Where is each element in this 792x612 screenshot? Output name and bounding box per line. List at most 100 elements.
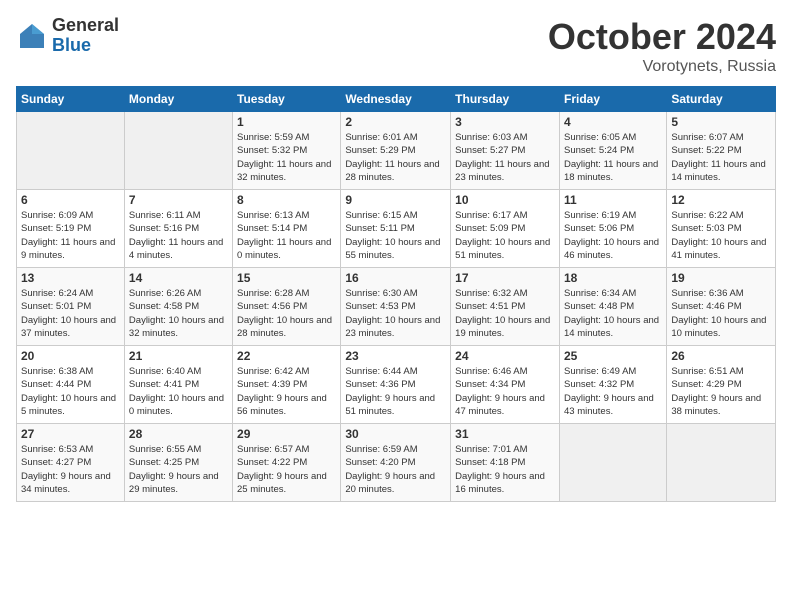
day-info: Sunrise: 6:44 AMSunset: 4:36 PMDaylight:… <box>345 365 446 418</box>
calendar-cell: 18Sunrise: 6:34 AMSunset: 4:48 PMDayligh… <box>559 268 666 346</box>
day-number: 28 <box>129 427 228 441</box>
day-number: 18 <box>564 271 662 285</box>
day-number: 11 <box>564 193 662 207</box>
calendar-cell: 31 Sunrise: 7:01 AMSunset: 4:18 PMDayligh… <box>451 424 560 502</box>
calendar-cell <box>17 112 125 190</box>
day-info: Sunrise: 6:32 AMSunset: 4:51 PMDaylight:… <box>455 287 555 340</box>
calendar-cell: 11 Sunrise: 6:19 AMSunset: 5:06 PMDayligh… <box>559 190 666 268</box>
day-info: Sunrise: 6:36 AMSunset: 4:46 PMDaylight:… <box>671 287 771 340</box>
calendar-cell: 25 Sunrise: 6:49 AMSunset: 4:32 PMDayligh… <box>559 346 666 424</box>
day-info: Sunrise: 6:09 AMSunset: 5:19 PMDaylight:… <box>21 209 120 262</box>
calendar-week-0: 1 Sunrise: 5:59 AMSunset: 5:32 PMDaylight… <box>17 112 776 190</box>
calendar-cell: 6Sunrise: 6:09 AMSunset: 5:19 PMDaylight… <box>17 190 125 268</box>
day-info: Sunrise: 5:59 AMSunset: 5:32 PMDaylight:… <box>237 131 336 184</box>
day-number: 8 <box>237 193 336 207</box>
calendar-cell: 23 Sunrise: 6:44 AMSunset: 4:36 PMDayligh… <box>341 346 451 424</box>
day-number: 17 <box>455 271 555 285</box>
day-info: Sunrise: 6:07 AMSunset: 5:22 PMDaylight:… <box>671 131 771 184</box>
calendar-page: General Blue October 2024 Vorotynets, Ru… <box>0 0 792 612</box>
calendar-cell: 5 Sunrise: 6:07 AMSunset: 5:22 PMDaylight… <box>667 112 776 190</box>
title-section: October 2024 Vorotynets, Russia <box>548 16 776 76</box>
day-info: Sunrise: 6:26 AMSunset: 4:58 PMDaylight:… <box>129 287 228 340</box>
logo-blue: Blue <box>52 36 119 56</box>
day-number: 24 <box>455 349 555 363</box>
calendar-cell: 2 Sunrise: 6:01 AMSunset: 5:29 PMDaylight… <box>341 112 451 190</box>
calendar-cell: 9Sunrise: 6:15 AMSunset: 5:11 PMDaylight… <box>341 190 451 268</box>
day-info: Sunrise: 6:28 AMSunset: 4:56 PMDaylight:… <box>237 287 336 340</box>
location: Vorotynets, Russia <box>548 58 776 76</box>
column-header-monday: Monday <box>124 87 232 112</box>
calendar-week-4: 27 Sunrise: 6:53 AMSunset: 4:27 PMDayligh… <box>17 424 776 502</box>
column-header-wednesday: Wednesday <box>341 87 451 112</box>
day-info: Sunrise: 7:01 AMSunset: 4:18 PMDaylight:… <box>455 443 555 496</box>
calendar-cell: 12Sunrise: 6:22 AMSunset: 5:03 PMDayligh… <box>667 190 776 268</box>
day-number: 10 <box>455 193 555 207</box>
calendar-cell: 3Sunrise: 6:03 AMSunset: 5:27 PMDaylight… <box>451 112 560 190</box>
calendar-week-1: 6Sunrise: 6:09 AMSunset: 5:19 PMDaylight… <box>17 190 776 268</box>
calendar-cell: 13 Sunrise: 6:24 AMSunset: 5:01 PMDayligh… <box>17 268 125 346</box>
day-number: 27 <box>21 427 120 441</box>
day-number: 2 <box>345 115 446 129</box>
day-info: Sunrise: 6:11 AMSunset: 5:16 PMDaylight:… <box>129 209 228 262</box>
calendar-cell <box>667 424 776 502</box>
day-info: Sunrise: 6:49 AMSunset: 4:32 PMDaylight:… <box>564 365 662 418</box>
day-number: 31 <box>455 427 555 441</box>
calendar-cell: 15 Sunrise: 6:28 AMSunset: 4:56 PMDayligh… <box>233 268 341 346</box>
calendar-cell: 20Sunrise: 6:38 AMSunset: 4:44 PMDayligh… <box>17 346 125 424</box>
calendar-cell: 8 Sunrise: 6:13 AMSunset: 5:14 PMDaylight… <box>233 190 341 268</box>
day-info: Sunrise: 6:19 AMSunset: 5:06 PMDaylight:… <box>564 209 662 262</box>
calendar-cell <box>559 424 666 502</box>
day-info: Sunrise: 6:46 AMSunset: 4:34 PMDaylight:… <box>455 365 555 418</box>
calendar-cell: 16 Sunrise: 6:30 AMSunset: 4:53 PMDayligh… <box>341 268 451 346</box>
calendar-header-row: SundayMondayTuesdayWednesdayThursdayFrid… <box>17 87 776 112</box>
calendar-cell: 21 Sunrise: 6:40 AMSunset: 4:41 PMDayligh… <box>124 346 232 424</box>
calendar-cell: 29 Sunrise: 6:57 AMSunset: 4:22 PMDayligh… <box>233 424 341 502</box>
day-info: Sunrise: 6:40 AMSunset: 4:41 PMDaylight:… <box>129 365 228 418</box>
day-number: 23 <box>345 349 446 363</box>
day-info: Sunrise: 6:03 AMSunset: 5:27 PMDaylight:… <box>455 131 555 184</box>
day-number: 13 <box>21 271 120 285</box>
day-info: Sunrise: 6:38 AMSunset: 4:44 PMDaylight:… <box>21 365 120 418</box>
day-info: Sunrise: 6:05 AMSunset: 5:24 PMDaylight:… <box>564 131 662 184</box>
calendar-cell: 30 Sunrise: 6:59 AMSunset: 4:20 PMDayligh… <box>341 424 451 502</box>
day-info: Sunrise: 6:13 AMSunset: 5:14 PMDaylight:… <box>237 209 336 262</box>
day-info: Sunrise: 6:30 AMSunset: 4:53 PMDaylight:… <box>345 287 446 340</box>
day-number: 4 <box>564 115 662 129</box>
day-number: 22 <box>237 349 336 363</box>
day-number: 9 <box>345 193 446 207</box>
day-info: Sunrise: 6:53 AMSunset: 4:27 PMDaylight:… <box>21 443 120 496</box>
calendar-cell <box>124 112 232 190</box>
day-number: 30 <box>345 427 446 441</box>
day-number: 21 <box>129 349 228 363</box>
calendar-cell: 22Sunrise: 6:42 AMSunset: 4:39 PMDayligh… <box>233 346 341 424</box>
calendar-cell: 28Sunrise: 6:55 AMSunset: 4:25 PMDayligh… <box>124 424 232 502</box>
day-number: 29 <box>237 427 336 441</box>
calendar-body: 1 Sunrise: 5:59 AMSunset: 5:32 PMDaylight… <box>17 112 776 502</box>
calendar-week-3: 20Sunrise: 6:38 AMSunset: 4:44 PMDayligh… <box>17 346 776 424</box>
day-number: 25 <box>564 349 662 363</box>
calendar-table: SundayMondayTuesdayWednesdayThursdayFrid… <box>16 86 776 502</box>
calendar-cell: 7 Sunrise: 6:11 AMSunset: 5:16 PMDaylight… <box>124 190 232 268</box>
day-number: 19 <box>671 271 771 285</box>
day-number: 16 <box>345 271 446 285</box>
calendar-cell: 1 Sunrise: 5:59 AMSunset: 5:32 PMDaylight… <box>233 112 341 190</box>
column-header-thursday: Thursday <box>451 87 560 112</box>
day-info: Sunrise: 6:22 AMSunset: 5:03 PMDaylight:… <box>671 209 771 262</box>
day-number: 15 <box>237 271 336 285</box>
header: General Blue October 2024 Vorotynets, Ru… <box>16 16 776 76</box>
calendar-cell: 17 Sunrise: 6:32 AMSunset: 4:51 PMDayligh… <box>451 268 560 346</box>
column-header-sunday: Sunday <box>17 87 125 112</box>
calendar-cell: 10Sunrise: 6:17 AMSunset: 5:09 PMDayligh… <box>451 190 560 268</box>
day-number: 1 <box>237 115 336 129</box>
calendar-cell: 4 Sunrise: 6:05 AMSunset: 5:24 PMDaylight… <box>559 112 666 190</box>
day-info: Sunrise: 6:24 AMSunset: 5:01 PMDaylight:… <box>21 287 120 340</box>
day-info: Sunrise: 6:01 AMSunset: 5:29 PMDaylight:… <box>345 131 446 184</box>
day-number: 5 <box>671 115 771 129</box>
day-info: Sunrise: 6:57 AMSunset: 4:22 PMDaylight:… <box>237 443 336 496</box>
logo-text: General Blue <box>52 16 119 56</box>
day-number: 7 <box>129 193 228 207</box>
day-number: 26 <box>671 349 771 363</box>
calendar-cell: 19 Sunrise: 6:36 AMSunset: 4:46 PMDayligh… <box>667 268 776 346</box>
month-title: October 2024 <box>548 16 776 58</box>
day-info: Sunrise: 6:59 AMSunset: 4:20 PMDaylight:… <box>345 443 446 496</box>
